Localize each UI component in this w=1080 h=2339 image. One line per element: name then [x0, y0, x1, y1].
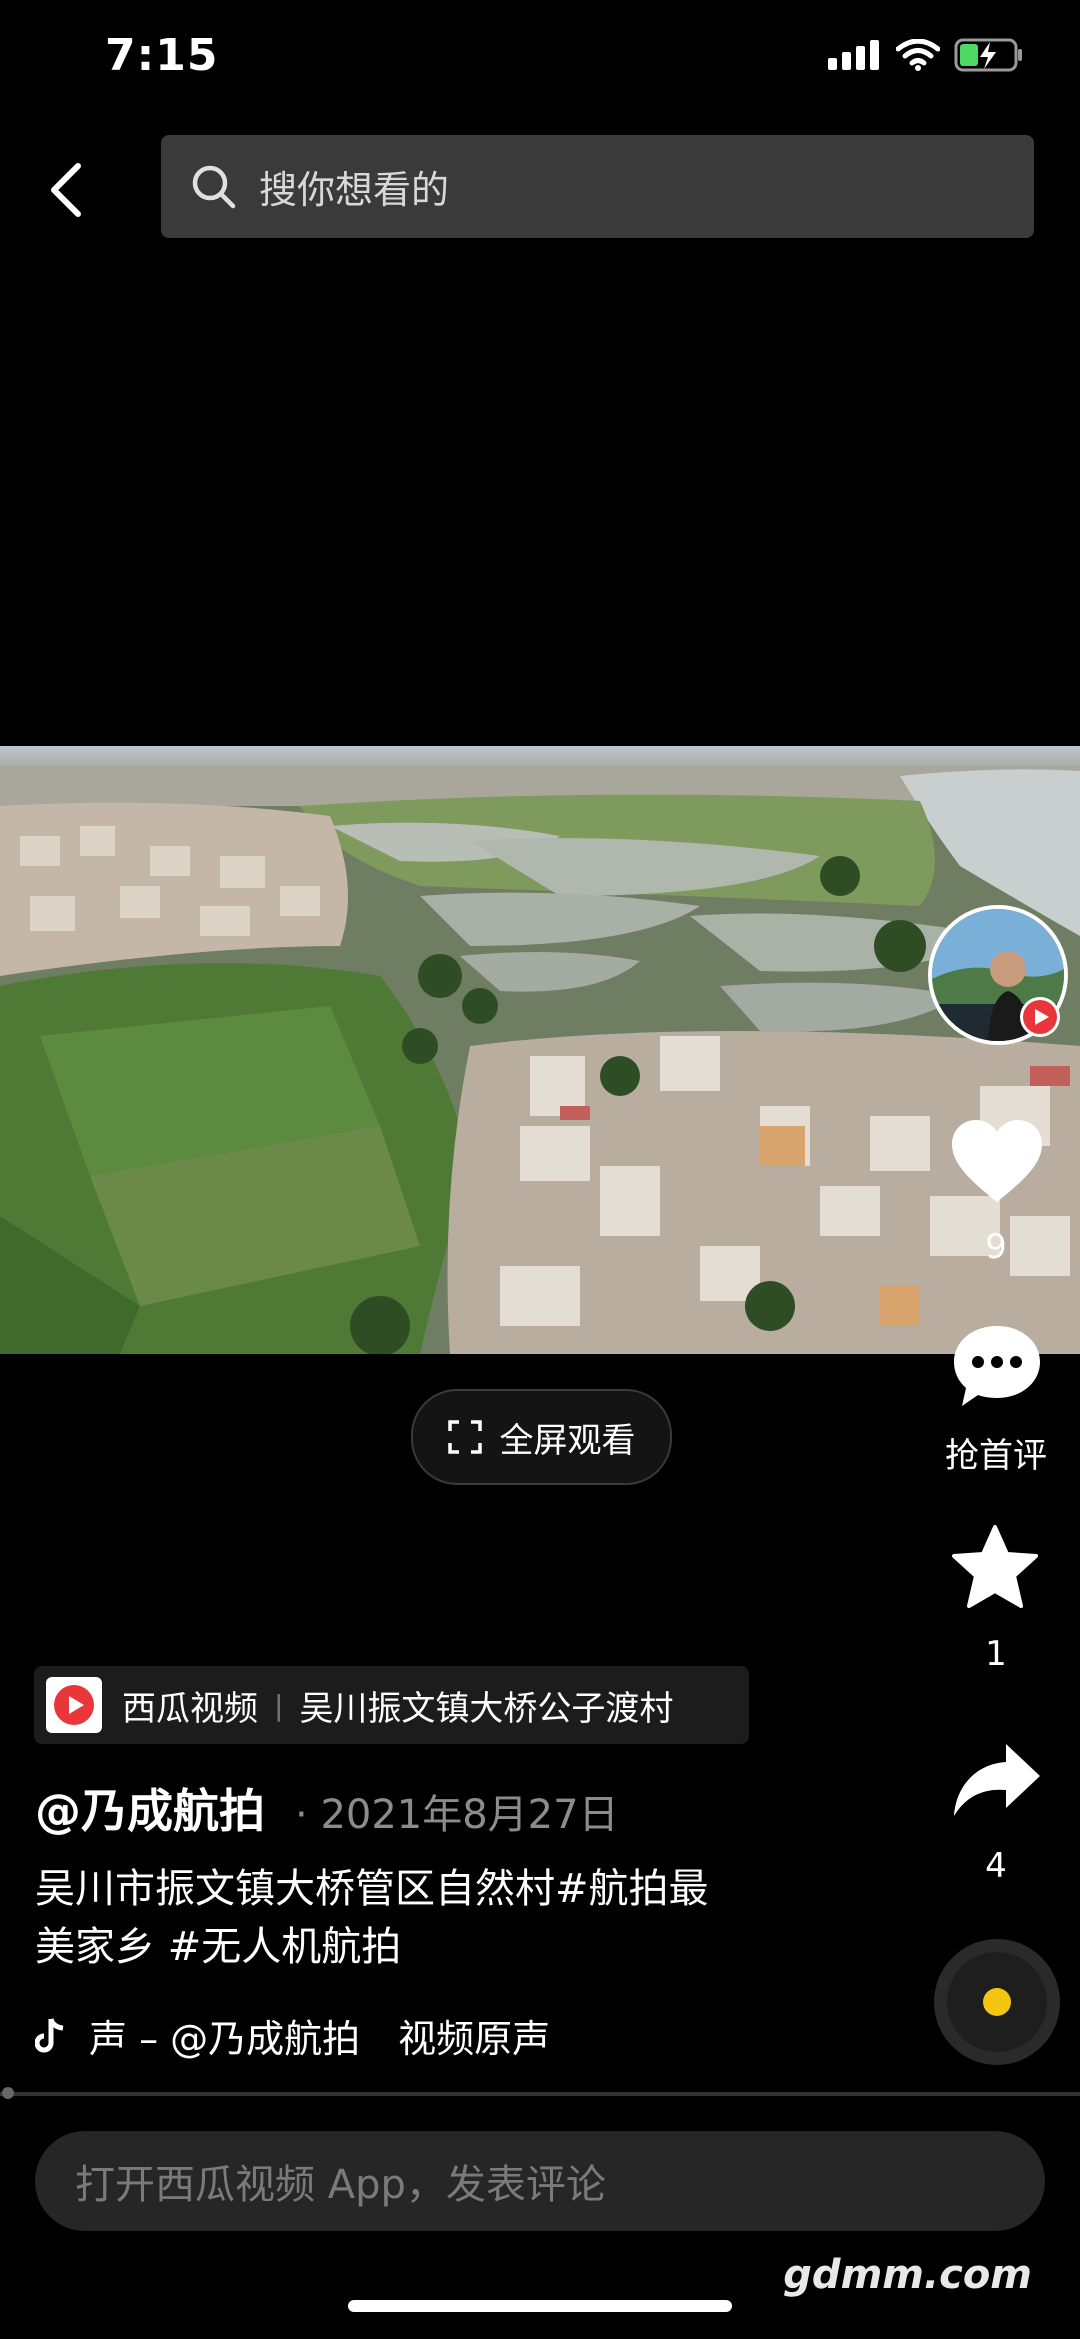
- douyin-note-icon: [35, 2017, 64, 2052]
- aerial-village-video-frame: [0, 746, 1080, 1354]
- description-line-2: 美家乡 #无人机航拍: [35, 1924, 402, 1970]
- signal-icon: [828, 40, 879, 70]
- xigua-badge-icon: [1023, 1000, 1057, 1034]
- search-icon: [192, 165, 236, 208]
- site-watermark: gdmm.com: [783, 2252, 1032, 2298]
- description-line-1: 吴川市振文镇大桥管区自然村#航拍最: [35, 1866, 709, 1912]
- like-heart-icon[interactable]: [950, 1118, 1044, 1204]
- date-dot: ·: [295, 1792, 321, 1838]
- search-placeholder: 搜你想看的: [259, 168, 450, 212]
- search-bar[interactable]: 搜你想看的: [161, 135, 1034, 238]
- battery-charging-icon: [954, 38, 1022, 72]
- like-count: 9: [985, 1227, 1007, 1267]
- comment-placeholder: 打开西瓜视频 App，发表评论: [75, 2162, 606, 2208]
- music-ticker[interactable]: 声 – @乃成航拍 视频原声: [35, 2008, 595, 2063]
- fullscreen-button[interactable]: 全屏观看: [411, 1389, 672, 1485]
- source-location: 吴川振文镇大桥公子渡村: [299, 1688, 674, 1729]
- post-date: · 2021年8月27日: [295, 1782, 619, 1840]
- xigua-logo-icon: [46, 1677, 102, 1733]
- source-divider: |: [274, 1688, 284, 1722]
- source-tag[interactable]: 西瓜视频 | 吴川振文镇大桥公子渡村: [34, 1666, 749, 1744]
- comment-input[interactable]: 打开西瓜视频 App，发表评论: [35, 2131, 1045, 2231]
- video-player[interactable]: [0, 746, 1080, 1354]
- source-app-name: 西瓜视频: [122, 1688, 258, 1729]
- favorite-count: 1: [985, 1634, 1007, 1674]
- music-disc-icon[interactable]: [933, 1938, 1061, 2066]
- share-arrow-icon[interactable]: [950, 1740, 1044, 1820]
- music-text: 声 – @乃成航拍 视频原声: [89, 2017, 551, 2061]
- back-chevron-icon[interactable]: [46, 160, 86, 220]
- video-progress-handle[interactable]: [2, 2087, 14, 2099]
- author-name[interactable]: @乃成航拍: [35, 1775, 265, 1841]
- comment-label: 抢首评: [945, 1436, 1047, 1476]
- favorite-star-icon[interactable]: [950, 1524, 1040, 1610]
- share-count: 4: [985, 1846, 1007, 1886]
- status-icons: [828, 38, 1024, 72]
- fullscreen-label: 全屏观看: [499, 1420, 636, 1461]
- wifi-icon: [896, 39, 940, 71]
- fullscreen-icon: [447, 1420, 482, 1454]
- video-progress-bar[interactable]: [0, 2092, 1080, 2096]
- follow-badge[interactable]: [1020, 997, 1060, 1037]
- status-time: 7:15: [105, 30, 219, 81]
- home-indicator[interactable]: [348, 2300, 732, 2312]
- comment-bubble-icon[interactable]: [950, 1322, 1044, 1410]
- post-date-text: 2021年8月27日: [320, 1792, 619, 1838]
- post-description: 吴川市振文镇大桥管区自然村#航拍最 美家乡 #无人机航拍: [35, 1860, 795, 1976]
